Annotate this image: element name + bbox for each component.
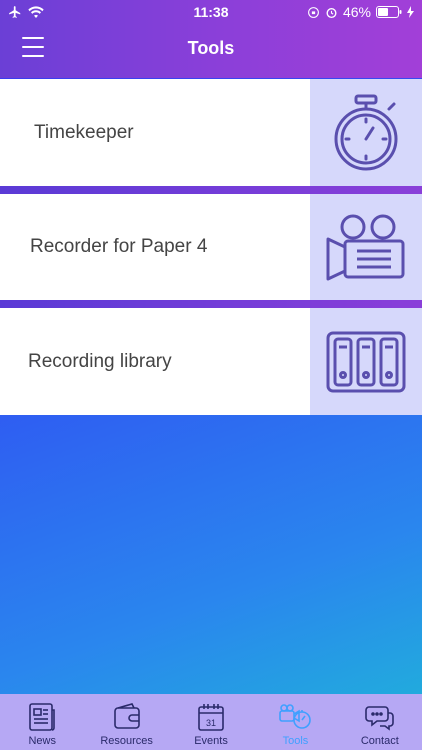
- status-time: 11:38: [193, 4, 229, 20]
- binders-icon: [326, 331, 406, 392]
- battery-icon: [376, 6, 402, 18]
- tool-row-recorder[interactable]: Recorder for Paper 4: [0, 194, 422, 300]
- page-title: Tools: [187, 37, 235, 58]
- charging-bolt-icon: [407, 6, 414, 18]
- row-separator: [0, 186, 422, 194]
- navigation-bar: Tools: [0, 24, 422, 72]
- tab-bar: News Resources 31 Events Tools Contact: [0, 694, 422, 750]
- tab-events[interactable]: 31 Events: [169, 694, 253, 750]
- tool-icon-cell: [310, 194, 422, 300]
- airplane-icon: [9, 6, 21, 18]
- chat-bubbles-icon: [365, 706, 394, 731]
- tool-icon-cell: [310, 79, 422, 186]
- wifi-icon: [28, 6, 44, 18]
- wallet-icon: [113, 703, 140, 729]
- tool-row-timekeeper[interactable]: Timekeeper: [0, 79, 422, 186]
- tool-label: Timekeeper: [34, 121, 134, 143]
- newspaper-icon: [29, 703, 56, 731]
- row-separator: [0, 300, 422, 308]
- stopwatch-icon: [334, 94, 398, 170]
- tab-resources[interactable]: Resources: [84, 694, 168, 750]
- battery-percent: 46%: [342, 4, 371, 20]
- tab-label: News: [28, 735, 56, 747]
- alarm-icon: [326, 7, 337, 18]
- tool-row-recording-library[interactable]: Recording library: [0, 308, 422, 415]
- calendar-icon: 31: [198, 704, 224, 731]
- tab-tools[interactable]: Tools: [253, 694, 337, 750]
- tab-label: Resources: [100, 735, 153, 747]
- rotation-lock-icon: [308, 6, 319, 18]
- tab-news[interactable]: News: [0, 694, 84, 750]
- tab-contact[interactable]: Contact: [338, 694, 422, 750]
- tools-icon: [279, 704, 312, 729]
- tab-label: Contact: [360, 735, 399, 747]
- tab-label: Tools: [282, 735, 309, 747]
- calendar-day: 31: [206, 718, 216, 728]
- tool-icon-cell: [310, 308, 422, 415]
- hamburger-menu-icon[interactable]: [22, 37, 44, 57]
- tool-label: Recording library: [28, 350, 172, 372]
- tab-label: Events: [194, 735, 228, 747]
- video-camera-icon: [326, 214, 405, 281]
- tool-label: Recorder for Paper 4: [30, 236, 208, 257]
- status-bar: 11:38 46%: [0, 0, 422, 24]
